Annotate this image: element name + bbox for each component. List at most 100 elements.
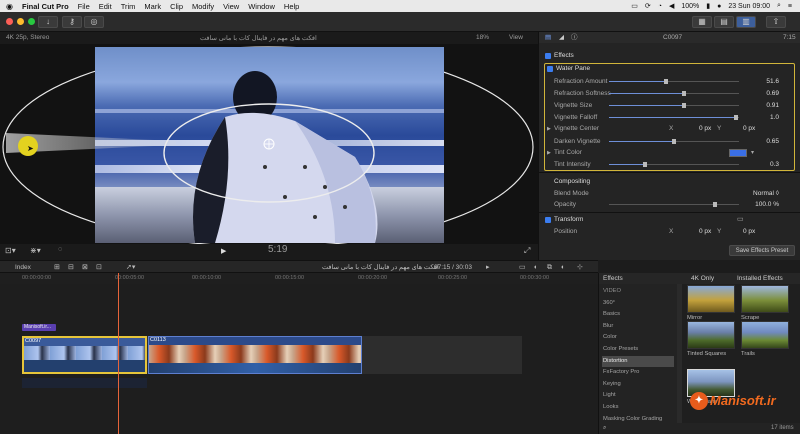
effects-menu-icon[interactable]: ⋇▾ xyxy=(30,246,41,255)
vignette-inner-ellipse[interactable] xyxy=(160,100,378,206)
menu-list-icon[interactable]: ≡ xyxy=(788,3,792,10)
opacity-value[interactable]: 100.0 % xyxy=(755,199,779,211)
disclosure-triangle-icon[interactable]: ▶ xyxy=(547,147,551,159)
zoom-select[interactable]: 18% xyxy=(476,34,489,41)
wifi-icon[interactable]: ◔ xyxy=(658,3,662,10)
sync-icon[interactable]: ⟳ xyxy=(645,2,651,10)
clip-c0097[interactable]: C0097 xyxy=(22,336,147,374)
category-item[interactable]: Distortion xyxy=(602,355,674,367)
menu-clip[interactable]: Clip xyxy=(170,2,183,11)
param-value[interactable]: 1.0 xyxy=(770,112,779,124)
minimize-button[interactable] xyxy=(17,18,24,25)
timeline-ruler[interactable]: 00:00:00:00 00:00:05:00 00:00:10:00 00:0… xyxy=(0,273,598,284)
param-slider[interactable] xyxy=(609,115,739,120)
battery-icon[interactable]: ▮ xyxy=(706,2,710,10)
browser-layout-icon[interactable]: ▦ xyxy=(692,16,712,28)
menu-modify[interactable]: Modify xyxy=(192,2,214,11)
param-value[interactable]: 0.65 xyxy=(766,136,779,148)
param-value[interactable]: 51.6 xyxy=(766,76,779,88)
center-x-value[interactable]: 0 px xyxy=(699,123,711,135)
share-icon[interactable]: ⇧ xyxy=(766,16,786,28)
color-inspector-icon[interactable]: ◢ xyxy=(559,32,564,43)
category-item[interactable]: Color Presets xyxy=(602,344,674,355)
fullscreen-icon[interactable]: ◌ xyxy=(58,246,62,253)
category-item[interactable]: Looks xyxy=(602,402,674,413)
param-value[interactable]: 0.69 xyxy=(766,88,779,100)
menu-view[interactable]: View xyxy=(223,2,239,11)
menu-help[interactable]: Help xyxy=(284,2,299,11)
menu-mark[interactable]: Mark xyxy=(144,2,161,11)
effect-thumbnail[interactable] xyxy=(741,285,789,313)
inspector-layout-icon[interactable]: ▥ xyxy=(736,16,756,28)
import-icon[interactable]: ↓ xyxy=(38,16,58,28)
view-menu[interactable]: View xyxy=(509,34,523,41)
apple-icon[interactable]: ◉ xyxy=(6,2,13,11)
keyword-icon[interactable]: ⚷ xyxy=(62,16,82,28)
volume-icon[interactable]: ◀ xyxy=(669,2,674,10)
effects-checkbox[interactable] xyxy=(545,53,551,59)
chevron-down-icon[interactable]: ▾ xyxy=(751,147,754,159)
transform-onscreen-icon[interactable]: ▭ xyxy=(737,214,744,226)
slider-knob[interactable] xyxy=(713,202,717,207)
water-pane-checkbox[interactable] xyxy=(547,66,553,72)
category-item[interactable]: Light xyxy=(602,390,674,401)
category-item[interactable]: Blur xyxy=(602,321,674,332)
info-inspector-icon[interactable]: ⓘ xyxy=(571,32,578,43)
param-slider[interactable] xyxy=(609,162,739,167)
slider-knob[interactable] xyxy=(672,139,676,144)
param-slider[interactable] xyxy=(609,139,739,144)
expand-icon[interactable]: ⤢ xyxy=(524,246,530,256)
timeline-layout-icon[interactable]: ▤ xyxy=(714,16,734,28)
category-scrollbar[interactable] xyxy=(677,284,682,434)
center-y-value[interactable]: 0 px xyxy=(743,123,755,135)
video-inspector-icon[interactable]: ▤ xyxy=(545,32,551,43)
screen-icon[interactable]: ▭ xyxy=(631,2,638,10)
filter-select[interactable]: 4K Only xyxy=(691,273,714,284)
slider-knob[interactable] xyxy=(664,79,669,84)
close-button[interactable] xyxy=(6,18,13,25)
user-icon[interactable]: ● xyxy=(717,3,721,10)
clip-c0113[interactable]: C0113 xyxy=(148,336,362,374)
param-value[interactable]: 0.91 xyxy=(766,100,779,112)
category-item[interactable]: 360° xyxy=(602,298,674,309)
installed-effects-select[interactable]: Installed Effects xyxy=(737,273,783,284)
slider-knob[interactable] xyxy=(734,115,739,120)
slider-knob[interactable] xyxy=(643,162,648,167)
search-icon[interactable]: ⌕ xyxy=(603,423,606,434)
transform-checkbox[interactable] xyxy=(545,217,551,223)
param-value[interactable]: 0.3 xyxy=(770,159,779,171)
category-item[interactable]: Basics xyxy=(602,309,674,320)
param-slider[interactable] xyxy=(609,103,739,108)
zoom-button[interactable] xyxy=(28,18,35,25)
menu-trim[interactable]: Trim xyxy=(121,2,136,11)
tint-color-swatch[interactable] xyxy=(729,149,747,157)
position-x-value[interactable]: 0 px xyxy=(699,226,711,238)
effect-thumbnail[interactable] xyxy=(687,321,735,349)
timeline[interactable]: Manisoft.ir... C0097 C0113 xyxy=(0,273,598,434)
param-slider[interactable] xyxy=(609,91,739,96)
background-tasks-icon[interactable]: ◎ xyxy=(84,16,104,28)
title-clip[interactable]: Manisoft.ir... xyxy=(22,324,56,331)
param-slider[interactable] xyxy=(609,79,739,84)
transform-menu-icon[interactable]: ⊡▾ xyxy=(5,246,16,255)
play-button-icon[interactable]: ▶ xyxy=(221,247,226,255)
disclosure-triangle-icon[interactable]: ▶ xyxy=(547,123,551,135)
effect-thumbnail[interactable] xyxy=(741,321,789,349)
clock[interactable]: 23 Sun 09:00 xyxy=(728,3,770,10)
category-item[interactable]: Keying xyxy=(602,379,674,390)
position-y-value[interactable]: 0 px xyxy=(743,226,755,238)
effect-thumbnail[interactable] xyxy=(687,285,735,313)
menu-window[interactable]: Window xyxy=(248,2,275,11)
menu-edit[interactable]: Edit xyxy=(99,2,112,11)
menu-app[interactable]: Final Cut Pro xyxy=(22,2,69,11)
category-item[interactable]: VIDEO xyxy=(602,286,674,297)
search-icon[interactable]: ⌕ xyxy=(777,2,781,10)
menu-file[interactable]: File xyxy=(78,2,90,11)
category-item[interactable]: Color xyxy=(602,332,674,343)
slider-knob[interactable] xyxy=(682,103,687,108)
category-item[interactable]: FxFactory Pro xyxy=(602,367,674,378)
slider-knob[interactable] xyxy=(682,91,687,96)
save-effects-preset-button[interactable]: Save Effects Preset xyxy=(729,245,795,256)
opacity-slider[interactable] xyxy=(609,202,739,207)
viewer-timecode[interactable]: 5:19 xyxy=(268,244,287,255)
